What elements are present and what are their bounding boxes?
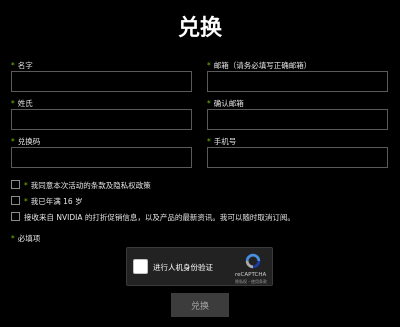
last-name-label: * 姓氏	[11, 99, 33, 108]
confirm-email-label: * 确认邮箱	[207, 99, 244, 108]
terms-checkbox-label: * 我同意本次活动的条款及隐私权政策	[24, 181, 151, 190]
code-label: * 兑换码	[11, 137, 41, 146]
recaptcha-checkbox[interactable]	[133, 259, 148, 274]
recaptcha-links[interactable]: 隐私权 - 使用条款	[235, 279, 267, 285]
required-marker: *	[11, 137, 15, 146]
required-marker: *	[11, 61, 15, 70]
marketing-checkbox[interactable]	[11, 212, 20, 221]
last-name-input[interactable]	[11, 109, 192, 130]
required-marker: *	[207, 61, 211, 70]
email-label: * 邮箱（请务必填写正确邮箱）	[207, 61, 312, 70]
first-name-label: * 名字	[11, 61, 33, 70]
terms-checkbox[interactable]	[11, 180, 20, 189]
recaptcha-widget: 进行人机身份验证 reCAPTCHA 隐私权 - 使用条款	[126, 247, 273, 286]
age-checkbox-label: * 我已年满 16 岁	[24, 197, 83, 206]
confirm-email-input[interactable]	[207, 109, 388, 130]
required-marker: *	[207, 137, 211, 146]
first-name-input[interactable]	[11, 71, 192, 92]
phone-input[interactable]	[207, 147, 388, 168]
marketing-checkbox-label: 接收来自 NVIDIA 的打折促销信息，以及产品的最新资讯。我可以随时取消订阅。	[24, 213, 295, 222]
phone-label: * 手机号	[207, 137, 237, 146]
age-checkbox[interactable]	[11, 196, 20, 205]
required-marker: *	[24, 181, 28, 190]
required-marker: *	[207, 99, 211, 108]
recaptcha-brand: reCAPTCHA	[235, 272, 267, 278]
required-marker: *	[24, 197, 28, 206]
recaptcha-logo-icon	[245, 253, 261, 269]
page-title: 兑换	[177, 16, 222, 41]
required-note: * 必填项	[11, 234, 41, 243]
code-input[interactable]	[11, 147, 192, 168]
recaptcha-label: 进行人机身份验证	[153, 263, 213, 272]
required-marker: *	[11, 234, 15, 243]
email-input[interactable]	[207, 71, 388, 92]
submit-button[interactable]: 兑换	[171, 293, 229, 317]
required-marker: *	[11, 99, 15, 108]
